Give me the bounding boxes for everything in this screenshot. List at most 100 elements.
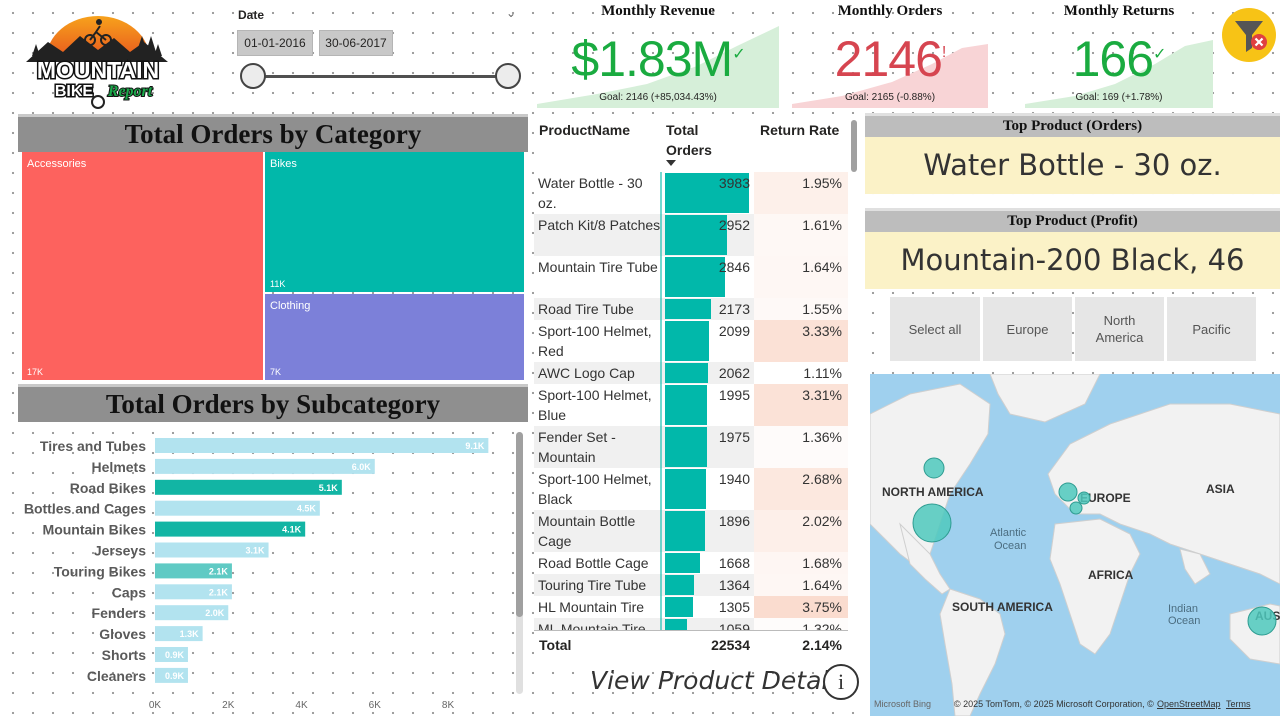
table-row[interactable]: AWC Logo Cap 2062 1.11% bbox=[534, 362, 848, 384]
map-label-south-america: SOUTH AMERICA bbox=[952, 600, 1053, 614]
return-rate-cell: 1.68% bbox=[802, 555, 842, 571]
kpi-value: 166✓ bbox=[1072, 31, 1167, 87]
table-row[interactable]: Road Bottle Cage 1668 1.68% bbox=[534, 552, 848, 574]
view-product-detail-button[interactable]: View Product Detail bbox=[590, 666, 835, 695]
date-slider-track[interactable] bbox=[250, 75, 508, 78]
category-chart-title: Total Orders by Category bbox=[18, 114, 528, 152]
table-row[interactable]: HL Mountain Tire 1305 3.75% bbox=[534, 596, 848, 618]
total-orders-cell: 1059 bbox=[718, 621, 750, 630]
table-row[interactable]: ML Mountain Tire 1059 1.32% bbox=[534, 618, 848, 630]
bar[interactable] bbox=[155, 438, 489, 453]
terms-link[interactable]: Terms bbox=[1226, 699, 1251, 709]
region-button-pacific[interactable]: Pacific bbox=[1167, 297, 1256, 361]
treemap-label: Accessories bbox=[27, 158, 87, 170]
product-name-cell: Touring Tire Tube bbox=[538, 577, 647, 593]
kpi-value: 2146! bbox=[834, 31, 947, 87]
treemap-cell-clothing[interactable]: Clothing 7K bbox=[265, 294, 524, 380]
total-label: Total bbox=[539, 637, 572, 653]
table-row[interactable]: Water Bottle - 30 oz. 3983 1.95% bbox=[534, 172, 848, 214]
bar-data-label: 2.1K bbox=[209, 587, 229, 597]
info-icon[interactable]: i bbox=[823, 664, 859, 700]
region-button-select-all[interactable]: Select all bbox=[890, 297, 980, 361]
check-icon: ✓ bbox=[732, 46, 745, 63]
subcategory-bar-chart[interactable]: Tires and Tubes 9.1K Helmets 6.0K Road Bikes… bbox=[18, 430, 518, 715]
bar[interactable] bbox=[155, 458, 375, 474]
return-rate-cell: 3.31% bbox=[802, 387, 842, 403]
return-rate-cell: 2.02% bbox=[802, 513, 842, 529]
table-total-row: Total 22534 2.14% bbox=[534, 630, 848, 658]
chevron-down-icon[interactable]: ⌄ bbox=[506, 6, 516, 20]
kpi-title: Monthly Orders bbox=[837, 3, 943, 19]
product-name-cell: Mountain Tire Tube bbox=[538, 259, 658, 275]
kpi-goal: Goal: 169 (+1.78%) bbox=[1075, 92, 1163, 103]
treemap-value: 17K bbox=[27, 367, 44, 377]
table-row[interactable]: Fender Set - Mountain 1975 1.36% bbox=[534, 426, 848, 468]
return-rate-cell: 1.36% bbox=[802, 429, 842, 445]
return-rate-cell: 1.32% bbox=[802, 621, 842, 630]
return-rate-cell: 3.75% bbox=[802, 599, 842, 615]
x-axis-tick-label: 4K bbox=[295, 700, 308, 711]
kpi-monthly-returns[interactable]: Monthly Returns 166✓ Goal: 169 (+1.78%) bbox=[1025, 0, 1213, 108]
bar[interactable] bbox=[155, 479, 342, 495]
return-rate-cell: 3.33% bbox=[802, 323, 842, 339]
date-range-slicer[interactable]: Date ⌄ 01-01-2016 30-06-2017 bbox=[236, 6, 526, 96]
table-row[interactable]: Mountain Bottle Cage 1896 2.02% bbox=[534, 510, 848, 552]
return-rate-cell: 1.55% bbox=[802, 301, 842, 317]
total-orders-cell: 1364 bbox=[718, 577, 750, 593]
map-bubble-australia[interactable] bbox=[1247, 606, 1277, 636]
total-orders-cell: 1995 bbox=[718, 387, 750, 403]
bar-category-label: Cleaners bbox=[87, 668, 146, 684]
bar-category-label: Jerseys bbox=[94, 543, 146, 559]
total-orders-cell: 2952 bbox=[718, 217, 750, 233]
table-row[interactable]: Sport-100 Helmet, Blue 1995 3.31% bbox=[534, 384, 848, 426]
top-product-profit-value: Mountain-200 Black, 46 bbox=[865, 232, 1280, 289]
osm-link[interactable]: OpenStreetMap bbox=[1157, 699, 1221, 709]
map-bubble-canada[interactable] bbox=[923, 457, 945, 479]
total-orders-cell: 3983 bbox=[718, 175, 750, 191]
map-ocean-indian-1: Indian bbox=[1168, 603, 1198, 615]
date-slider-end-handle[interactable] bbox=[495, 63, 521, 89]
kpi-monthly-orders[interactable]: Monthly Orders 2146! Goal: 2165 (-0.88%) bbox=[792, 0, 988, 108]
kpi-title: Monthly Returns bbox=[1063, 3, 1175, 19]
kpi-monthly-revenue[interactable]: Monthly Revenue $1.83M✓ Goal: 2146 (+85,… bbox=[537, 0, 779, 108]
treemap-cell-bikes[interactable]: Bikes 11K bbox=[265, 152, 524, 292]
clear-filters-button[interactable] bbox=[1222, 8, 1276, 62]
bar-data-label: 9.1K bbox=[465, 441, 485, 451]
table-row[interactable]: Sport-100 Helmet, Black 1940 2.68% bbox=[534, 468, 848, 510]
category-treemap[interactable]: Accessories 17K Bikes 11K Clothing 7K bbox=[22, 152, 524, 380]
table-scrollbar[interactable] bbox=[851, 120, 857, 172]
map-bubble-germany[interactable] bbox=[1077, 491, 1091, 505]
bar[interactable] bbox=[155, 500, 320, 516]
region-button-north-america[interactable]: North America bbox=[1075, 297, 1164, 361]
subcategory-scrollbar-thumb[interactable] bbox=[516, 432, 523, 617]
table-row[interactable]: Mountain Tire Tube 2846 1.64% bbox=[534, 256, 848, 298]
table-row[interactable]: Sport-100 Helmet, Red 2099 3.33% bbox=[534, 320, 848, 362]
map-bubble-uk[interactable] bbox=[1058, 482, 1078, 502]
product-table[interactable]: ProductName Total Orders Return Rate Wat… bbox=[534, 114, 857, 658]
bar-category-label: Shorts bbox=[102, 647, 147, 663]
x-axis-tick-label: 8K bbox=[442, 700, 455, 711]
date-slider-start-handle[interactable] bbox=[240, 63, 266, 89]
bar-data-label: 1.3K bbox=[180, 629, 200, 639]
total-orders-cell: 2062 bbox=[718, 365, 750, 381]
return-rate-cell: 2.68% bbox=[802, 471, 842, 487]
table-row[interactable]: Road Tire Tube 2173 1.55% bbox=[534, 298, 848, 320]
bing-logo: Microsoft Bing bbox=[874, 699, 932, 709]
start-date-input[interactable]: 01-01-2016 bbox=[237, 30, 313, 56]
region-button-europe[interactable]: Europe bbox=[983, 297, 1072, 361]
product-name-cell: Fender Set - Mountain bbox=[538, 429, 616, 465]
end-date-input[interactable]: 30-06-2017 bbox=[319, 30, 393, 56]
date-slicer-title: Date bbox=[238, 8, 265, 22]
treemap-cell-accessories[interactable]: Accessories 17K bbox=[22, 152, 263, 380]
warning-icon: ! bbox=[941, 44, 947, 61]
map-bubble-usa[interactable] bbox=[912, 503, 952, 543]
map-label-africa: AFRICA bbox=[1088, 568, 1134, 582]
bar-data-label: 3.1K bbox=[246, 546, 266, 556]
table-row[interactable]: Patch Kit/8 Patches 2952 1.61% bbox=[534, 214, 848, 256]
top-product-profit-title: Top Product (Profit) bbox=[865, 208, 1280, 232]
map-bubble-france[interactable] bbox=[1069, 501, 1083, 515]
table-row[interactable]: Touring Tire Tube 1364 1.64% bbox=[534, 574, 848, 596]
sales-map[interactable]: NORTH AMERICA EUROPE ASIA AFRICA SOUTH A… bbox=[870, 374, 1280, 716]
bar-data-label: 0.9K bbox=[165, 650, 185, 660]
world-map[interactable]: NORTH AMERICA EUROPE ASIA AFRICA SOUTH A… bbox=[870, 374, 1280, 716]
